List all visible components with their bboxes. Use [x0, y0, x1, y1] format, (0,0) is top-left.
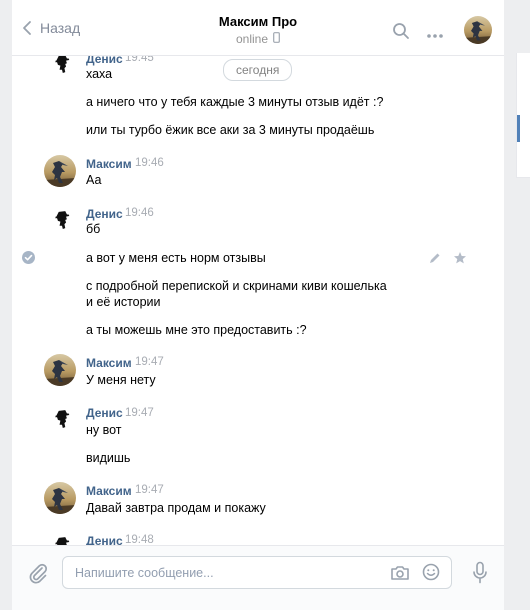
- microphone-icon[interactable]: [472, 561, 488, 588]
- header-avatar[interactable]: [464, 16, 492, 44]
- paperclip-icon[interactable]: [28, 562, 48, 587]
- camera-icon[interactable]: [390, 565, 410, 584]
- message-time: 19:47: [135, 356, 164, 368]
- chat-title[interactable]: Максим Про: [12, 14, 504, 29]
- message-text: Давай завтра продам и покажу: [86, 501, 266, 515]
- message-text: ну вот: [86, 423, 122, 437]
- date-separator: сегодня: [223, 59, 293, 81]
- side-menu-active-indicator: [517, 115, 520, 142]
- message-text: или ты турбо ёжик все аки за 3 минуты пр…: [86, 123, 375, 137]
- pencil-icon[interactable]: [428, 251, 442, 268]
- message-text: а вот у меня есть норм отзывы: [86, 251, 266, 265]
- avatar-denis[interactable]: [49, 406, 75, 432]
- message-text: с подробной перепиской и скринами киви к…: [86, 279, 387, 293]
- message-time: 19:47: [135, 484, 164, 496]
- message-time: 19:47: [125, 407, 154, 419]
- message-text: а ты можешь мне это предоставить :?: [86, 323, 307, 337]
- avatar-maksim[interactable]: [44, 354, 76, 386]
- message-history[interactable]: Денис 19:45 хаха а ничего что у тебя каж…: [12, 0, 504, 545]
- message-text: видишь: [86, 451, 131, 465]
- avatar-maksim[interactable]: [44, 482, 76, 514]
- message-time: 19:46: [125, 207, 154, 219]
- message-author[interactable]: Денис: [86, 207, 123, 221]
- message-author[interactable]: Максим: [86, 484, 132, 498]
- avatar-maksim[interactable]: [44, 155, 76, 187]
- message-text: а ничего что у тебя каждые 3 минуты отзы…: [86, 95, 384, 109]
- status-text: online: [235, 32, 269, 46]
- avatar-denis[interactable]: [49, 207, 75, 233]
- message-text: хаха: [86, 67, 113, 81]
- online-status: online: [236, 32, 280, 46]
- message-composer: [12, 545, 504, 610]
- star-icon[interactable]: [453, 251, 467, 268]
- chat-header: Назад Максим Про online: [12, 0, 504, 56]
- chat-panel: Денис 19:45 хаха а ничего что у тебя каж…: [12, 0, 504, 610]
- message-text: бб: [86, 222, 101, 236]
- message-text: У меня нету: [86, 373, 156, 387]
- message-author[interactable]: Денис: [86, 406, 123, 420]
- message-author[interactable]: Максим: [86, 157, 132, 171]
- message-text: и её истории: [86, 295, 161, 309]
- smile-icon[interactable]: [422, 563, 440, 584]
- more-dots-icon[interactable]: [426, 28, 444, 42]
- mobile-phone-icon: [273, 32, 280, 46]
- message-time: 19:46: [135, 157, 164, 169]
- message-author[interactable]: Максим: [86, 356, 132, 370]
- message-text: Аа: [86, 173, 102, 187]
- checkmark-circle-icon[interactable]: [22, 251, 35, 264]
- search-icon[interactable]: [392, 22, 410, 43]
